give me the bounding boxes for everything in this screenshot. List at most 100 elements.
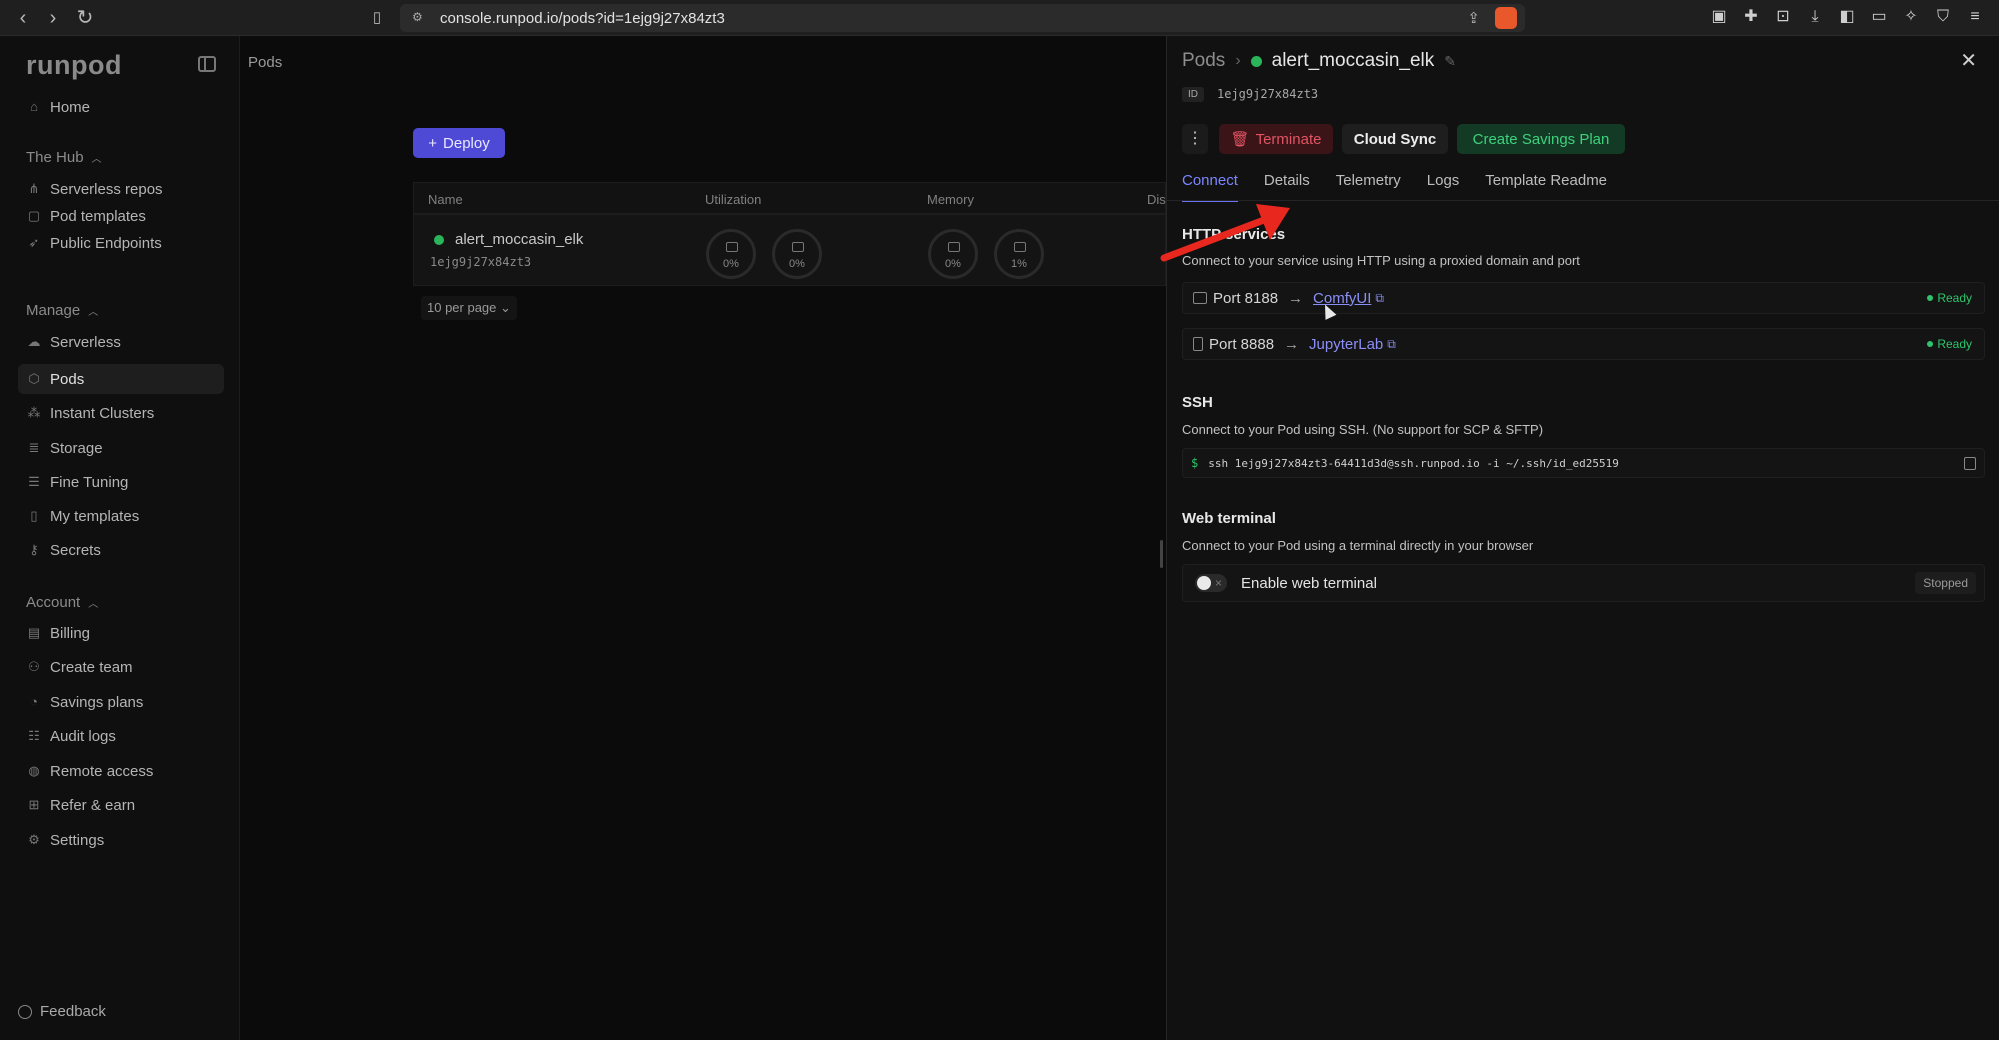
rocket-icon: ➶	[28, 235, 40, 250]
external-link-icon[interactable]: ⧉	[1387, 337, 1396, 352]
feedback-button[interactable]: Feedback	[18, 1003, 106, 1020]
cpu-gauge: 0%	[706, 229, 756, 279]
sidebar-item-serverless[interactable]: ☁ Serverless	[18, 327, 224, 357]
sidebar: runpod ⌂ Home The Hub ︿ ⋔ Serverless repos …	[0, 36, 240, 1040]
back-icon[interactable]: ‹	[10, 5, 36, 31]
pod-id: 1ejg9j27x84zt3	[430, 255, 532, 269]
sidebar-item-label: Create team	[50, 658, 133, 676]
sidebar-item-audit-logs[interactable]: ☷ Audit logs	[18, 721, 224, 751]
ssh-command-text[interactable]: ssh 1ejg9j27x84zt3-64411d3d@ssh.runpod.i…	[1208, 457, 1619, 470]
ssh-command[interactable]: $ ssh 1ejg9j27x84zt3-64411d3d@ssh.runpod…	[1182, 448, 1985, 478]
panel-resize-handle[interactable]	[1160, 540, 1163, 568]
sidebar-item-label: Instant Clusters	[50, 404, 155, 422]
sidebar-item-pod-templates[interactable]: ▢ Pod templates	[18, 201, 224, 231]
gift-icon: ⊞	[28, 797, 40, 812]
brave-shield-icon[interactable]	[1495, 7, 1517, 29]
sidebar-item-serverless-repos[interactable]: ⋔ Serverless repos	[18, 174, 224, 204]
vram-value: 1%	[1011, 258, 1027, 270]
tab-telemetry[interactable]: Telemetry	[1336, 172, 1401, 202]
vram-gauge: 1%	[994, 229, 1044, 279]
memory-icon	[948, 242, 960, 252]
url-text[interactable]: console.runpod.io/pods?id=1ejg9j27x84zt3	[440, 10, 725, 27]
running-status-dot	[434, 235, 444, 245]
sidebar-item-settings[interactable]: ⚙ Settings	[18, 825, 224, 855]
bookmark-icon[interactable]: ▯	[364, 5, 390, 31]
sidebar-toggle-icon[interactable]: ◧	[1837, 7, 1857, 27]
ssh-desc: Connect to your Pod using SSH. (No suppo…	[1182, 422, 1544, 437]
user-plus-icon: ⚇	[28, 659, 40, 674]
section-the-hub[interactable]: The Hub ︿	[26, 149, 102, 166]
arrow-right-icon: →	[1288, 289, 1304, 307]
home-icon: ⌂	[30, 99, 38, 114]
deploy-label: Deploy	[443, 134, 490, 152]
sidebar-item-fine-tuning[interactable]: ☰ Fine Tuning	[18, 467, 224, 497]
status-badge: Ready	[1927, 337, 1972, 351]
share-icon[interactable]: ⇪	[1467, 9, 1480, 27]
sidebar-item-label: Serverless	[50, 333, 121, 351]
collapse-sidebar-icon[interactable]	[198, 56, 216, 72]
key-icon: ⚷	[29, 542, 39, 557]
sidebar-item-home[interactable]: ⌂ Home	[18, 92, 224, 122]
edit-icon[interactable]: ✎	[1444, 53, 1456, 70]
tab-details[interactable]: Details	[1264, 172, 1310, 202]
reload-icon[interactable]: ↻	[72, 5, 98, 31]
breadcrumb-pods[interactable]: Pods	[1182, 50, 1225, 72]
pod-id-value[interactable]: 1ejg9j27x84zt3	[1217, 87, 1318, 101]
leo-ai-icon[interactable]: ✧	[1901, 7, 1921, 27]
cloud-sync-button[interactable]: Cloud Sync	[1342, 124, 1448, 154]
table-header: Name Utilization Memory Dis	[413, 182, 1166, 214]
forward-icon[interactable]: ›	[40, 5, 66, 31]
sidebar-item-my-templates[interactable]: ▯ My templates	[18, 501, 224, 531]
column-header-utilization[interactable]: Utilization	[705, 192, 761, 207]
web-terminal-row: Enable web terminal Stopped	[1182, 564, 1985, 602]
column-header-memory[interactable]: Memory	[927, 192, 974, 207]
comfyui-link[interactable]: ComfyUI	[1313, 290, 1371, 307]
web-terminal-toggle[interactable]	[1195, 574, 1227, 592]
sidebar-item-billing[interactable]: ▤ Billing	[18, 618, 224, 648]
sidebar-item-public-endpoints[interactable]: ➶ Public Endpoints	[18, 228, 224, 258]
table-row[interactable]: alert_moccasin_elk 1ejg9j27x84zt3 0% 0% …	[413, 214, 1166, 286]
sidebar-item-create-team[interactable]: ⚇ Create team	[18, 652, 224, 682]
sidebar-item-refer-earn[interactable]: ⊞ Refer & earn	[18, 790, 224, 820]
site-settings-icon[interactable]: ⚙	[412, 10, 428, 26]
sidebar-item-label: Audit logs	[50, 727, 116, 745]
vpn-icon[interactable]: ⛉	[1933, 7, 1953, 27]
per-page-select[interactable]: 10 per page ⌄	[421, 296, 517, 320]
sidebar-item-remote-access[interactable]: ◍ Remote access	[18, 756, 224, 786]
arrow-right-icon: →	[1284, 335, 1300, 353]
deploy-button[interactable]: + Deploy	[413, 128, 505, 158]
receipt-icon: ▤	[27, 625, 41, 640]
jupyterlab-link[interactable]: JupyterLab	[1309, 336, 1383, 353]
extension-icon[interactable]: ▣	[1709, 7, 1729, 27]
sidebar-item-storage[interactable]: ≣ Storage	[18, 433, 224, 463]
terminate-button[interactable]: 🗑 Terminate	[1219, 124, 1333, 154]
tab-template-readme[interactable]: Template Readme	[1485, 172, 1607, 202]
address-bar[interactable]: ⚙ console.runpod.io/pods?id=1ejg9j27x84z…	[400, 4, 1525, 32]
sidebar-item-savings-plans[interactable]: ◔ Savings plans	[18, 687, 224, 717]
more-options-button[interactable]: ⋮	[1182, 124, 1208, 154]
download-icon[interactable]: ⤓	[1805, 7, 1825, 27]
column-header-name[interactable]: Name	[428, 192, 463, 207]
runpod-logo[interactable]: runpod	[26, 50, 122, 81]
sidebar-item-instant-clusters[interactable]: ⁂ Instant Clusters	[18, 398, 224, 428]
menu-icon[interactable]: ≡	[1965, 7, 1985, 27]
pod-name[interactable]: alert_moccasin_elk	[455, 231, 583, 248]
section-manage[interactable]: Manage ︿	[26, 302, 98, 319]
piggy-bank-icon: ◔	[30, 694, 38, 709]
puzzle-icon[interactable]: ✚	[1741, 7, 1761, 27]
close-icon[interactable]: ✕	[1960, 48, 1977, 73]
sidebar-item-pods[interactable]: ⬡ Pods	[18, 364, 224, 394]
sidebar-item-label: Pod templates	[50, 207, 146, 225]
sidebar-item-secrets[interactable]: ⚷ Secrets	[18, 535, 224, 565]
tab-connect[interactable]: Connect	[1182, 172, 1238, 202]
external-link-icon[interactable]: ⧉	[1375, 291, 1384, 306]
annotation-arrow	[1160, 204, 1290, 262]
trash-icon: 🗑	[1230, 131, 1250, 148]
copy-icon[interactable]	[1964, 457, 1976, 470]
cloud-icon: ☁	[27, 334, 41, 349]
wallet-icon[interactable]: ▭	[1869, 7, 1889, 27]
tab-logs[interactable]: Logs	[1427, 172, 1460, 202]
create-savings-plan-button[interactable]: Create Savings Plan	[1457, 124, 1625, 154]
screenshot-icon[interactable]: ⊡	[1773, 7, 1793, 27]
section-account[interactable]: Account ︿	[26, 594, 98, 611]
